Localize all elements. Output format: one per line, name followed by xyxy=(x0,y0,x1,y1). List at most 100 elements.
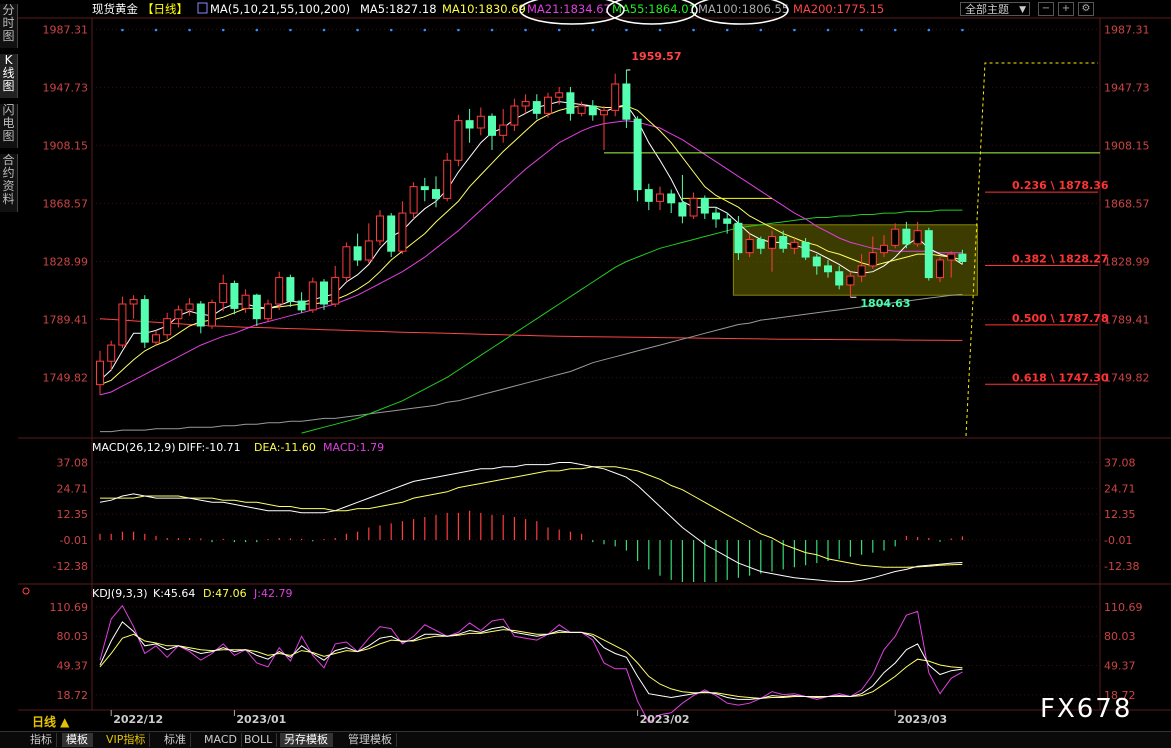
y-tick-label-right: 110.69 xyxy=(1104,601,1143,614)
candle-body-down xyxy=(353,246,362,261)
settings-icon[interactable]: ⚙ xyxy=(1078,2,1094,16)
candle-body-up xyxy=(499,124,508,136)
kdj-k-value: K:45.64 xyxy=(153,587,195,600)
minus-icon[interactable]: − xyxy=(1038,2,1054,16)
candle-body-down xyxy=(140,299,149,343)
candle-body-up xyxy=(241,294,250,309)
event-dot xyxy=(457,28,460,32)
y-tick-label-left: 1828.99 xyxy=(43,255,89,268)
tab-intraday[interactable]: 分时图 xyxy=(0,4,18,48)
y-tick-label-right: -0.01 xyxy=(1104,534,1132,547)
candle-body-down xyxy=(734,222,743,254)
event-dot xyxy=(221,28,225,32)
x-tick-label: 2023/01 xyxy=(236,713,286,726)
y-tick-label-left: 1789.41 xyxy=(43,314,89,327)
candle-body-up xyxy=(96,360,104,386)
y-tick-label-right: 80.03 xyxy=(1104,630,1136,643)
event-dot xyxy=(557,28,561,32)
candle-body-down xyxy=(286,277,295,302)
tab-kline[interactable]: K线图 xyxy=(0,54,18,98)
macd-macd-value: MACD:1.79 xyxy=(323,441,384,454)
candle-body-up xyxy=(521,101,530,107)
event-dot xyxy=(524,28,527,32)
tab-contract-info[interactable]: 合约资料 xyxy=(0,154,18,212)
candle-body-up xyxy=(476,115,485,129)
event-dot xyxy=(121,28,124,32)
y-tick-label-left: -0.01 xyxy=(60,534,88,547)
low-label: 1804.63 xyxy=(860,297,910,310)
candle-body-down xyxy=(779,236,788,249)
y-tick-label-left: 1749.82 xyxy=(43,372,89,385)
y-tick-label-right: 24.71 xyxy=(1104,482,1136,495)
event-dot xyxy=(154,28,158,32)
candle-body-down xyxy=(297,300,306,311)
period-tag: 【日线】 xyxy=(142,2,188,16)
plus-icon[interactable]: + xyxy=(1058,2,1074,16)
event-dot xyxy=(759,28,763,32)
chart-canvas: 1987.31 1987.31 1947.73 1947.73 1908.15 1908.… xyxy=(18,0,1171,747)
candle-body-up xyxy=(208,302,216,327)
candle-body-down xyxy=(633,118,642,191)
tab-save-template[interactable]: 另存模板 xyxy=(280,733,333,747)
event-dot xyxy=(423,28,427,32)
candle-body-down xyxy=(420,186,429,191)
candle-body-up xyxy=(118,303,127,346)
y-tick-label-left: 24.71 xyxy=(57,482,89,495)
y-tick-label-left: 1908.15 xyxy=(43,139,89,152)
candle-body-up xyxy=(868,252,877,267)
ma5-value: MA5:1827.18 xyxy=(360,2,437,16)
tab-standard[interactable]: 标准 xyxy=(160,733,191,747)
event-dot xyxy=(356,28,359,32)
fib-level-label: 0.382 \ 1828.27 xyxy=(1012,253,1109,266)
candle-body-up xyxy=(689,197,698,217)
y-tick-label-left: 18.72 xyxy=(57,689,89,702)
macd-dea-value: DEA:-11.60 xyxy=(254,441,316,454)
period-selector[interactable]: 日线 ▲ xyxy=(32,713,69,730)
event-dot xyxy=(826,28,830,32)
event-dot xyxy=(490,28,494,32)
tab-flash[interactable]: 闪电图 xyxy=(0,104,18,148)
x-tick-label: 2023/02 xyxy=(640,713,690,726)
kdj-j-value: J:42.79 xyxy=(253,587,292,600)
ma100-value: MA100:1806.55 xyxy=(698,2,789,16)
candle-body-up xyxy=(264,303,272,320)
tab-macd[interactable]: MACD xyxy=(200,733,242,747)
theme-select[interactable]: 全部主题 ▼ xyxy=(960,2,1030,16)
candle-body-up xyxy=(398,212,407,252)
candle-body-up xyxy=(376,215,384,242)
tab-templates[interactable]: 模板 xyxy=(62,733,93,747)
fib-level-label: 0.500 \ 1787.78 xyxy=(1012,312,1109,325)
y-tick-label-right: 1749.82 xyxy=(1104,372,1150,385)
y-tick-label-left: 37.08 xyxy=(57,456,89,469)
candle-body-up xyxy=(768,236,776,249)
candle-body-up xyxy=(409,186,418,214)
y-tick-label-left: -12.38 xyxy=(53,560,88,573)
candle-body-up xyxy=(846,275,855,286)
candle-body-down xyxy=(465,120,474,129)
macd-diff-value: DIFF:-10.71 xyxy=(178,441,241,454)
candle-body-up xyxy=(308,281,317,311)
candle-body-down xyxy=(230,282,239,309)
event-dot xyxy=(961,28,964,32)
event-dot xyxy=(289,28,292,32)
y-tick-label-right: 1789.41 xyxy=(1104,314,1150,327)
y-tick-label-right: 49.37 xyxy=(1104,660,1136,673)
y-tick-label-right: 1987.31 xyxy=(1104,23,1150,36)
candle-body-up xyxy=(577,105,586,114)
candle-body-up xyxy=(174,309,183,320)
candle-body-up xyxy=(364,240,373,261)
tab-boll[interactable]: BOLL xyxy=(240,733,278,747)
candle-body-down xyxy=(756,238,765,249)
event-dot xyxy=(860,28,863,32)
candle-body-down xyxy=(488,115,496,136)
event-dot xyxy=(658,28,662,32)
y-tick-label-right: 1868.57 xyxy=(1104,197,1150,210)
tab-manage-templates[interactable]: 管理模板 xyxy=(344,733,397,747)
tab-vip-indicators[interactable]: VIP指标 xyxy=(102,733,151,747)
tab-indicators[interactable]: 指标 xyxy=(26,733,57,747)
chevron-down-icon: ▼ xyxy=(1019,5,1026,15)
tab-flash-label: 闪电图 xyxy=(2,103,15,143)
event-dot xyxy=(389,28,393,32)
candle-body-down xyxy=(644,189,653,202)
candle-body-up xyxy=(163,318,172,336)
